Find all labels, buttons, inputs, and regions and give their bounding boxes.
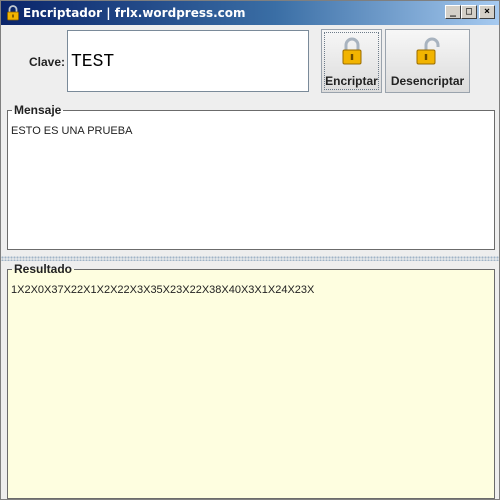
mensaje-textarea[interactable]: ESTO ES UNA PRUEBA [8,111,494,249]
minimize-button[interactable]: _ [445,5,461,19]
clave-label: Clave: [29,55,66,69]
resultado-textarea[interactable]: 1X2X0X37X22X1X2X22X3X35X23X22X38X40X3X1X… [8,270,494,498]
app-window: Encriptador | frlx.wordpress.com _ □ × C… [0,0,500,500]
clave-input[interactable]: TEST [67,30,309,92]
encrypt-button[interactable]: Encriptar [321,29,382,93]
close-button[interactable]: × [479,5,495,19]
split-pane-divider[interactable] [1,256,499,261]
title-bar[interactable]: Encriptador | frlx.wordpress.com _ □ × [1,1,499,25]
decrypt-label: Desencriptar [390,74,465,88]
mensaje-panel: Mensaje ESTO ES UNA PRUEBA [7,103,495,250]
decrypt-button[interactable]: Desencriptar [385,29,470,93]
window-title: Encriptador | frlx.wordpress.com [23,6,246,20]
lock-closed-icon [342,37,361,65]
resultado-panel: Resultado 1X2X0X37X22X1X2X22X3X35X23X22X… [7,262,495,499]
lock-open-icon [416,37,439,65]
key-toolbar: Clave: TEST Encriptar Desencriptar [1,25,499,97]
lock-app-icon [7,5,19,21]
maximize-button[interactable]: □ [461,5,477,19]
encrypt-label: Encriptar [325,74,378,88]
